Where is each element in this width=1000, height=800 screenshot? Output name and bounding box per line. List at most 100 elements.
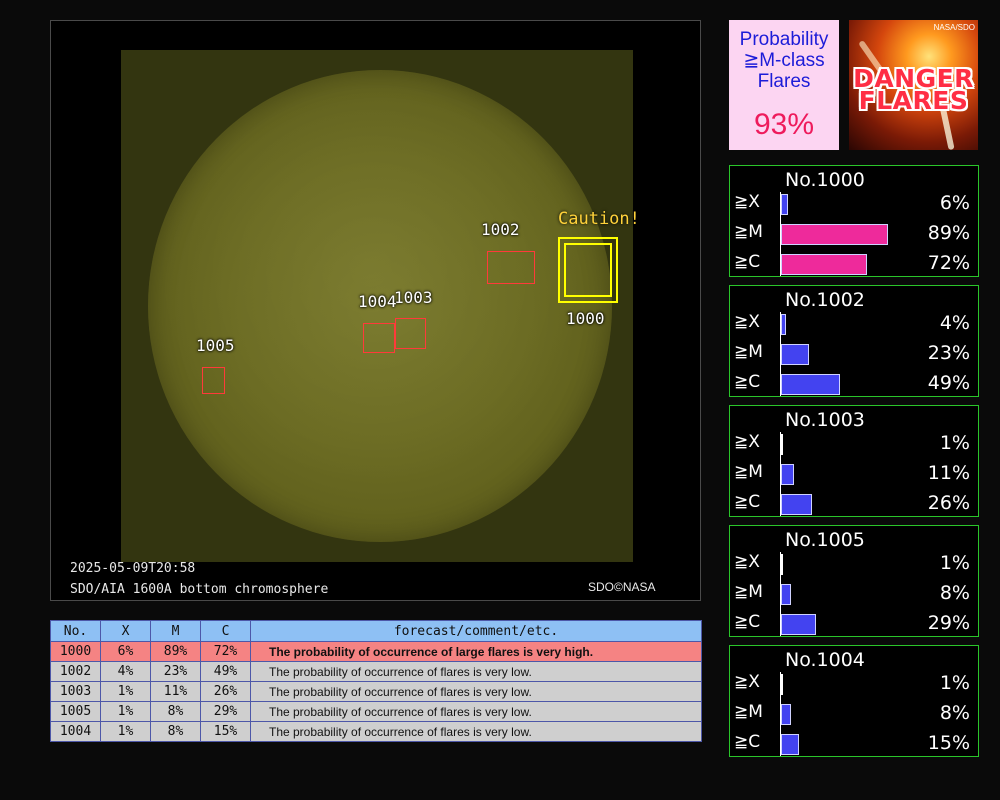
class-label: ≧X <box>734 672 760 692</box>
region-box-1002[interactable] <box>487 251 535 284</box>
panel-title: No.1002 <box>785 289 865 311</box>
probability-value: 8% <box>939 702 970 724</box>
probability-value: 93% <box>753 108 815 141</box>
class-label: ≧M <box>734 462 763 482</box>
class-label: ≧M <box>734 582 763 602</box>
cell-m: 8% <box>150 721 201 742</box>
probability-bar <box>781 704 791 725</box>
probability-bar <box>781 674 783 695</box>
probability-row: ≧M 23% <box>730 340 978 370</box>
region-box-1003[interactable] <box>395 318 426 349</box>
probability-value: 11% <box>927 462 970 484</box>
region-panel: No.1000 ≧X 6% ≧M 89% ≧C 72% <box>729 165 979 277</box>
probability-row: ≧M 8% <box>730 580 978 610</box>
probability-value: 72% <box>927 252 970 274</box>
probability-value: 15% <box>927 732 970 754</box>
image-caption: SDO/AIA 1600A bottom chromosphere <box>70 582 329 597</box>
probability-bar <box>781 434 783 455</box>
class-label: ≧C <box>734 732 761 752</box>
probability-bar <box>781 344 809 365</box>
panel-title: No.1000 <box>785 169 865 191</box>
region-box-1000[interactable] <box>558 237 618 303</box>
probability-value: 29% <box>927 612 970 634</box>
cell-comment: The probability of occurrence of flares … <box>250 701 702 722</box>
probability-row: ≧C 49% <box>730 370 978 400</box>
probability-row: ≧M 89% <box>730 220 978 250</box>
cell-comment: The probability of occurrence of flares … <box>250 721 702 742</box>
probability-bar <box>781 464 794 485</box>
region-label-1003: 1003 <box>394 288 433 307</box>
probability-value: 1% <box>939 432 970 454</box>
class-label: ≧X <box>734 432 760 452</box>
cell-m: 11% <box>150 681 201 702</box>
probability-row: ≧M 11% <box>730 460 978 490</box>
panel-title: No.1004 <box>785 649 865 671</box>
caution-label: Caution! <box>558 209 640 229</box>
probability-bar <box>781 374 840 395</box>
column-header-c: C <box>200 620 251 642</box>
panel-title: No.1003 <box>785 409 865 431</box>
probability-row: ≧M 8% <box>730 700 978 730</box>
cell-c: 26% <box>200 681 251 702</box>
class-label: ≧X <box>734 552 760 572</box>
forecast-table: No. X M C forecast/comment/etc. 1000 6% 89… <box>50 620 702 742</box>
cell-no: 1002 <box>50 661 101 682</box>
probability-bar <box>781 254 867 275</box>
region-panel: No.1002 ≧X 4% ≧M 23% ≧C 49% <box>729 285 979 397</box>
cell-comment: The probability of occurrence of flares … <box>250 681 702 702</box>
cell-x: 1% <box>100 701 151 722</box>
probability-row: ≧X 1% <box>730 550 978 580</box>
probability-row: ≧C 15% <box>730 730 978 760</box>
probability-row: ≧X 6% <box>730 190 978 220</box>
probability-value: 1% <box>939 552 970 574</box>
cell-comment: The probability of occurrence of large f… <box>250 641 702 662</box>
region-label-1002: 1002 <box>481 220 520 239</box>
column-header-m: M <box>150 620 201 642</box>
cell-no: 1005 <box>50 701 101 722</box>
probability-title-line: Probability <box>739 29 829 50</box>
region-box-1004[interactable] <box>363 323 395 353</box>
table-row: 1002 4% 23% 49% The probability of occurrenc… <box>50 661 702 682</box>
probability-value: 4% <box>939 312 970 334</box>
panel-title: No.1005 <box>785 529 865 551</box>
cell-c: 49% <box>200 661 251 682</box>
probability-row: ≧X 1% <box>730 430 978 460</box>
cell-m: 23% <box>150 661 201 682</box>
probability-bar <box>781 584 791 605</box>
probability-row: ≧C 26% <box>730 490 978 520</box>
solar-image: Caution! 1000 1002 1003 1004 1005 2025-0… <box>50 20 701 601</box>
table-row: 1003 1% 11% 26% The probability of occurrenc… <box>50 681 702 702</box>
probability-bar <box>781 614 816 635</box>
cell-no: 1000 <box>50 641 101 662</box>
table-row: 1004 1% 8% 15% The probability of occurrence… <box>50 721 702 742</box>
region-label-1000: 1000 <box>566 309 605 328</box>
image-timestamp: 2025-05-09T20:58 <box>70 561 196 576</box>
probability-title: Probability ≧M-class Flares <box>729 29 839 92</box>
region-panel: No.1005 ≧X 1% ≧M 8% ≧C 29% <box>729 525 979 637</box>
region-box-1005[interactable] <box>202 367 225 394</box>
bar-axis <box>780 312 781 396</box>
table-header-row: No. X M C forecast/comment/etc. <box>50 620 702 642</box>
probability-title-line: ≧M-class <box>743 50 825 71</box>
probability-bar <box>781 224 888 245</box>
bar-axis <box>780 432 781 516</box>
probability-value: 49% <box>927 372 970 394</box>
probability-bar <box>781 734 799 755</box>
probability-bar <box>781 314 786 335</box>
probability-row: ≧X 1% <box>730 670 978 700</box>
probability-bar <box>781 194 788 215</box>
cell-x: 4% <box>100 661 151 682</box>
column-header-comment: forecast/comment/etc. <box>250 620 702 642</box>
bar-axis <box>780 552 781 636</box>
bar-axis <box>780 672 781 756</box>
class-label: ≧C <box>734 612 761 632</box>
cell-m: 8% <box>150 701 201 722</box>
image-credit: SDO©NASA <box>588 580 656 594</box>
column-header-no: No. <box>50 620 101 642</box>
class-label: ≧M <box>734 702 763 722</box>
column-header-x: X <box>100 620 151 642</box>
probability-bar <box>781 554 783 575</box>
probability-row: ≧X 4% <box>730 310 978 340</box>
cell-c: 29% <box>200 701 251 722</box>
table-row: 1005 1% 8% 29% The probability of occurrence… <box>50 701 702 722</box>
